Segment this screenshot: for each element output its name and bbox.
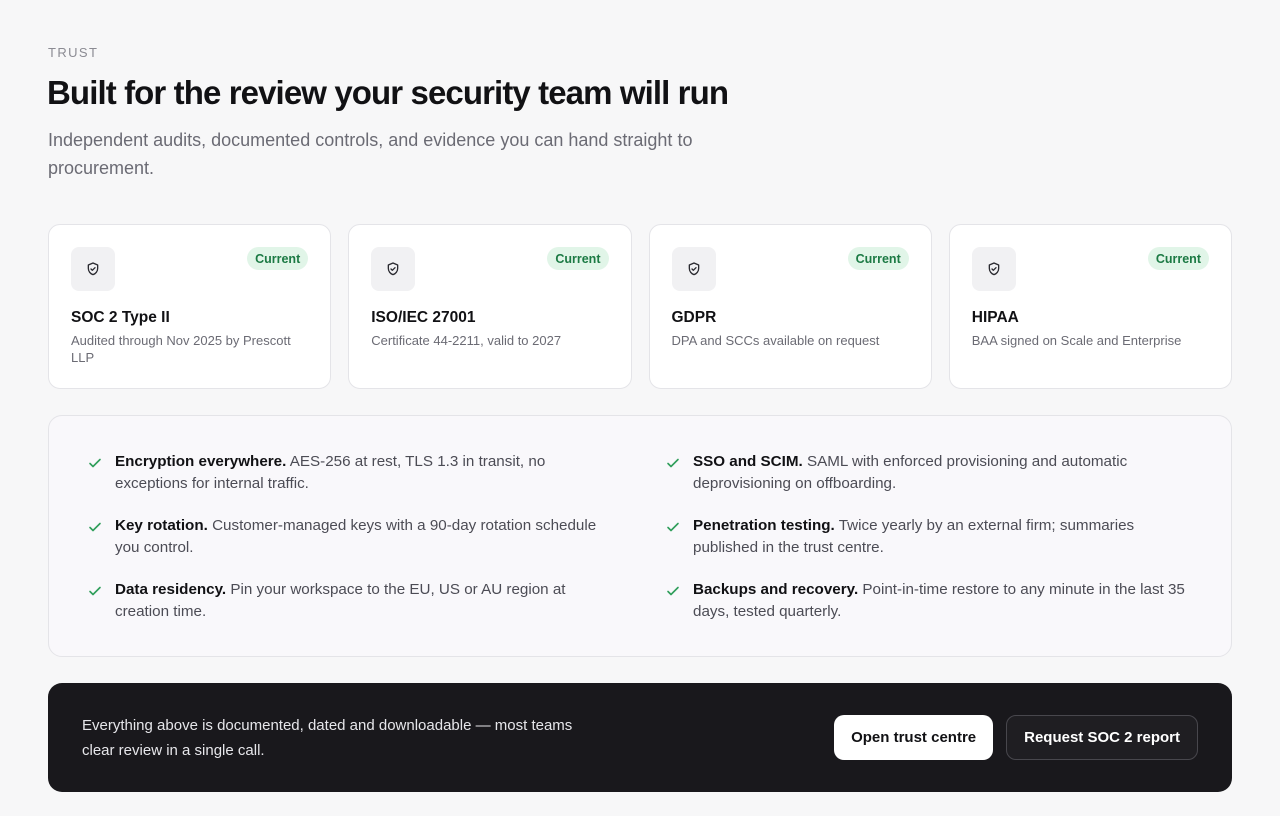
certification-description: BAA signed on Scale and Enterprise bbox=[971, 333, 1182, 348]
check-icon bbox=[667, 458, 679, 468]
feature-key-rotation: Key rotation. Customer-managed keys with… bbox=[87, 515, 615, 558]
certification-card-hipaa: Current HIPAA BAA signed on Scale and En… bbox=[948, 224, 1232, 389]
security-features-panel: Encryption everywhere. AES-256 at rest, … bbox=[48, 415, 1232, 657]
feature-backups-recovery: Backups and recovery. Point-in-time rest… bbox=[665, 579, 1193, 622]
check-icon bbox=[89, 458, 101, 468]
certification-title: SOC 2 Type II bbox=[71, 309, 170, 326]
cta-text: Everything above is documented, dated an… bbox=[82, 716, 573, 759]
open-trust-centre-button[interactable]: Open trust centre bbox=[834, 715, 994, 760]
shield-check-icon bbox=[371, 247, 416, 291]
certification-title: ISO/IEC 27001 bbox=[371, 309, 476, 326]
page-subtitle: Independent audits, documented controls,… bbox=[48, 130, 693, 178]
feature-title: Backups and recovery. bbox=[693, 581, 859, 598]
status-badge: Current bbox=[547, 247, 609, 270]
feature-title: SSO and SCIM. bbox=[693, 453, 803, 470]
status-badge: Current bbox=[847, 247, 909, 270]
feature-title: Data residency. bbox=[115, 581, 227, 598]
certification-title: GDPR bbox=[671, 309, 717, 326]
request-soc2-report-button[interactable]: Request SOC 2 report bbox=[1006, 715, 1198, 760]
status-badge: Current bbox=[247, 247, 309, 270]
certification-card-iso27001: Current ISO/IEC 27001 Certificate 44-221… bbox=[348, 224, 632, 389]
feature-title: Encryption everywhere. bbox=[115, 453, 287, 470]
feature-title: Key rotation. bbox=[115, 517, 208, 534]
section-eyebrow: TRUST bbox=[48, 45, 99, 60]
page-title: Built for the review your security team … bbox=[47, 74, 729, 111]
shield-check-icon bbox=[71, 247, 115, 291]
certification-description: DPA and SCCs available on request bbox=[671, 333, 880, 348]
check-icon bbox=[89, 586, 101, 596]
check-icon bbox=[667, 586, 679, 596]
status-badge: Current bbox=[1147, 247, 1209, 270]
feature-title: Penetration testing. bbox=[693, 517, 835, 534]
shield-check-icon bbox=[671, 247, 716, 291]
certification-card-soc2: Current SOC 2 Type II Audited through No… bbox=[48, 224, 332, 389]
check-icon bbox=[667, 522, 679, 532]
certification-card-gdpr: Current GDPR DPA and SCCs available on r… bbox=[648, 224, 932, 389]
feature-data-residency: Data residency. Pin your workspace to th… bbox=[87, 579, 615, 622]
shield-check-icon bbox=[971, 247, 1016, 291]
cta-banner: Everything above is documented, dated an… bbox=[48, 683, 1232, 792]
certification-title: HIPAA bbox=[971, 309, 1019, 326]
cta-actions: Open trust centre Request SOC 2 report bbox=[834, 715, 1198, 760]
feature-encryption: Encryption everywhere. AES-256 at rest, … bbox=[87, 451, 615, 494]
feature-sso-scim: SSO and SCIM. SAML with enforced provisi… bbox=[665, 451, 1193, 494]
check-icon bbox=[89, 522, 101, 532]
certification-description: Certificate 44-2211, valid to 2027 bbox=[371, 333, 562, 348]
trust-page: TRUST Built for the review your security… bbox=[0, 0, 1280, 816]
certification-description: Audited through Nov 2025 by Prescott LLP bbox=[71, 333, 291, 365]
feature-penetration-testing: Penetration testing. Twice yearly by an … bbox=[665, 515, 1193, 558]
certification-cards: Current SOC 2 Type II Audited through No… bbox=[48, 224, 1232, 389]
